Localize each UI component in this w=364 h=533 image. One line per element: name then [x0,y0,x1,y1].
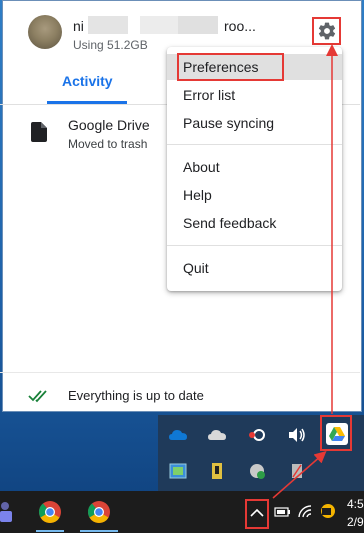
chrome-icon[interactable] [38,500,62,524]
clock-time: 4:5 [347,497,364,511]
menu-item-error-list[interactable]: Error list [167,82,342,108]
speaker-icon[interactable] [287,425,307,445]
app-tray-icon[interactable] [247,425,267,445]
menu-item-send-feedback[interactable]: Send feedback [167,210,342,236]
usb-device-icon[interactable] [207,461,227,481]
menu-separator [167,245,342,246]
tray-caret-highlight-box [245,499,269,529]
wifi-icon[interactable] [297,504,313,520]
clock-date: 2/9 [347,515,364,529]
file-icon [31,122,47,142]
double-check-icon [28,390,47,403]
status-divider [0,372,360,373]
display-app-icon[interactable] [168,461,188,481]
avatar[interactable] [28,15,62,49]
menu-item-quit[interactable]: Quit [167,255,342,281]
redaction-block [140,16,180,34]
menu-item-pause-syncing[interactable]: Pause syncing [167,110,342,136]
settings-menu: Preferences Error list Pause syncing Abo… [167,47,342,291]
drive-icon-highlight-box [320,415,352,451]
activity-title: Google Drive [68,117,150,133]
chrome-running-indicator [36,530,64,532]
redaction-block [88,16,128,34]
storage-usage: Using 51.2GB [73,38,148,52]
taskbar-clock[interactable]: 4:5 2/9 [347,495,364,531]
preferences-highlight-box [177,53,284,81]
battery-icon[interactable] [273,505,291,519]
menu-item-about[interactable]: About [167,154,342,180]
chrome-icon[interactable] [87,500,111,524]
gear-highlight-box [312,17,341,45]
account-email-suffix: roo... [224,18,256,34]
teams-icon[interactable] [0,500,14,524]
menu-item-help[interactable]: Help [167,182,342,208]
app-status-icon[interactable] [319,502,337,520]
activity-subtitle: Moved to trash [68,137,148,151]
redaction-block [178,16,218,34]
security-app-icon[interactable] [247,461,267,481]
sync-status-text: Everything is up to date [68,388,204,403]
onedrive-icon[interactable] [168,425,188,445]
tab-activity[interactable]: Activity [62,73,113,89]
chrome-running-indicator [80,530,118,532]
account-name: ni [73,18,84,34]
onedrive-personal-icon[interactable] [207,425,227,445]
network-drive-icon[interactable] [287,461,307,481]
menu-separator [167,144,342,145]
